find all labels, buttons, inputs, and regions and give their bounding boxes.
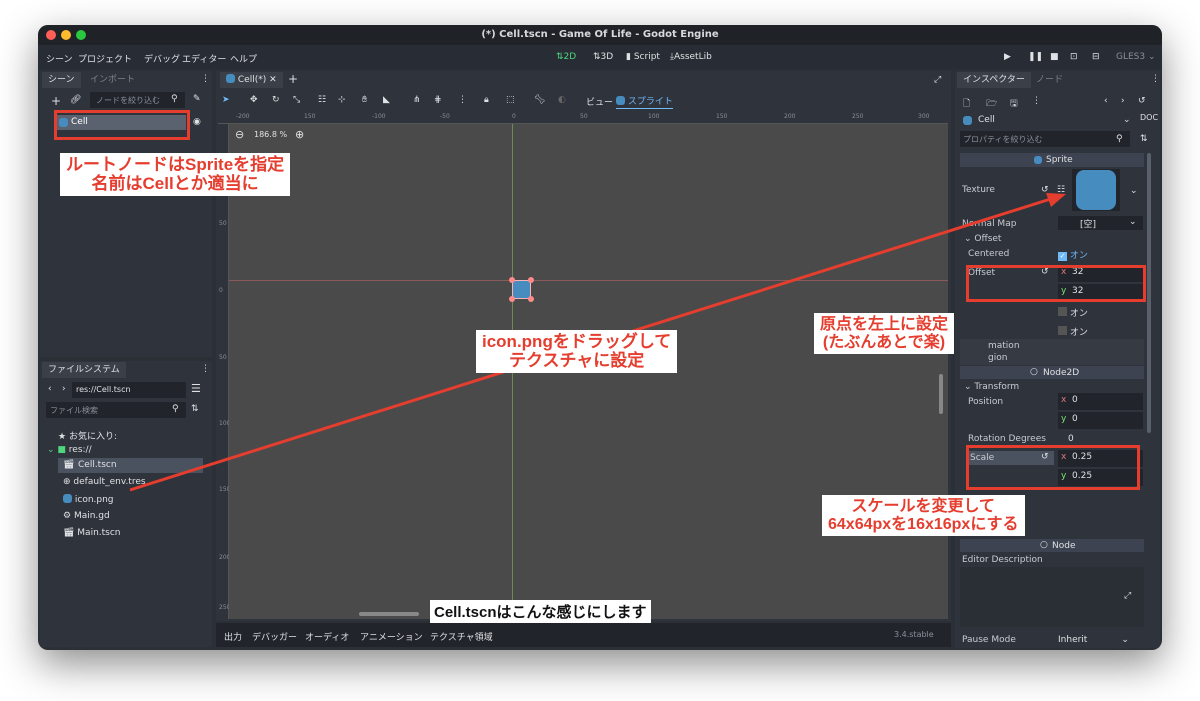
annotation-text: 名前はCellとか適当に xyxy=(91,173,259,193)
annotation-root-node: ルートノードはSpriteを指定 名前はCellとか適当に xyxy=(60,153,291,197)
annotation-scale: スケールを変更して 64x64pxを16x16pxにする xyxy=(822,495,1025,537)
annotation-caption: Cell.tscnはこんな感じにします xyxy=(430,600,651,623)
annotation-text: スケールを変更して xyxy=(851,498,996,515)
annotation-text: icon.pngをドラッグして xyxy=(482,332,672,351)
annotation-origin: 原点を左上に設定 (たぶんあとで楽) xyxy=(814,313,955,355)
drag-arrow-head xyxy=(1046,193,1066,207)
annotation-text: テクスチャに設定 xyxy=(508,350,645,370)
annotation-text: ルートノードはSpriteを指定 xyxy=(66,155,285,174)
annotation-drag-texture: icon.pngをドラッグして テクスチャに設定 xyxy=(476,330,678,374)
annotation-text: 原点を左上に設定 xyxy=(820,316,949,333)
annotation-text: 64x64pxを16x16pxにする xyxy=(828,515,1019,533)
annotation-text: (たぶんあとで楽) xyxy=(822,333,946,351)
